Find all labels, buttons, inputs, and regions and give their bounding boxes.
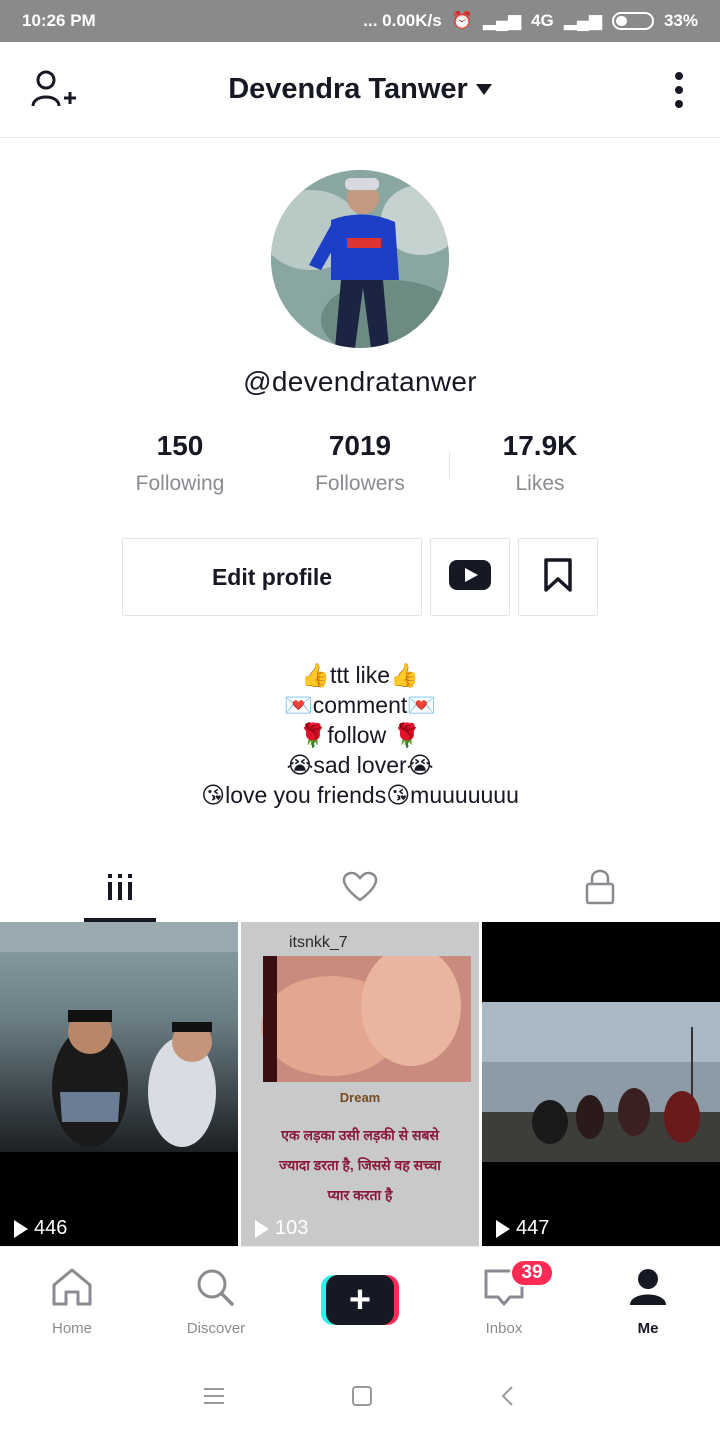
nav-inbox[interactable]: 39 Inbox (432, 1247, 576, 1356)
following-count: 150 (156, 430, 204, 461)
video-grid: 446 itsnkk_7 Dream एक लड़का उसी लड़की से… (0, 922, 720, 1252)
home-icon (50, 1267, 94, 1312)
tab-videos[interactable] (0, 856, 240, 922)
signal-icon: ▂▄▆ (563, 11, 602, 30)
bookmark-button[interactable] (518, 538, 598, 616)
bio-line: 💌comment💌 (284, 692, 436, 718)
profile-icon (626, 1267, 670, 1312)
network-type: 4G (531, 11, 554, 30)
profile-header: Devendra Tanwer (0, 42, 720, 138)
likes-count: 17.9K (502, 430, 578, 461)
battery-percent: 33% (663, 11, 698, 30)
edit-profile-button[interactable]: Edit profile (122, 538, 422, 616)
overlay-handle: itsnkk_7 (289, 934, 348, 951)
avatar[interactable] (271, 170, 449, 348)
nav-discover-label: Discover (186, 1320, 246, 1337)
following-stat[interactable]: 150 Following (90, 430, 270, 496)
followers-count: 7019 (328, 430, 392, 461)
bio-line: 👍ttt like👍 (301, 662, 419, 688)
bio-line: 😭sad lover😭 (286, 752, 434, 778)
inbox-badge: 39 (510, 1259, 554, 1287)
status-time: 10:26 PM (22, 11, 96, 30)
nav-me[interactable]: Me (576, 1247, 720, 1356)
nav-discover[interactable]: Discover (144, 1247, 288, 1356)
bio-line: 🌹follow 🌹 (298, 722, 422, 748)
add-user-icon[interactable] (30, 68, 78, 112)
play-icon (14, 1219, 28, 1238)
nav-home[interactable]: Home (0, 1247, 144, 1356)
status-bar: 10:26 PM ... 0.00K/s ⏰ ▂▄▆ 4G ▂▄▆ 33% (0, 0, 720, 42)
video-thumbnail[interactable]: 446 (0, 922, 238, 1252)
video-thumbnail[interactable]: 447 (482, 922, 720, 1252)
account-switcher[interactable]: Devendra Tanwer (228, 73, 492, 106)
caret-down-icon (475, 84, 492, 95)
play-icon (255, 1219, 269, 1238)
network-speed: ... 0.00K/s (363, 11, 442, 30)
profile-stats: 150 Following 7019 Followers 17.9K Likes (90, 430, 630, 496)
battery-icon (611, 12, 654, 30)
bookmark-icon (543, 557, 573, 598)
menu-icon[interactable] (202, 1386, 226, 1411)
signal-icon: ▂▄▆ (482, 11, 522, 30)
create-button[interactable]: + (321, 1275, 399, 1325)
followers-stat[interactable]: 7019 Followers (270, 430, 450, 496)
home-square-icon[interactable] (350, 1384, 374, 1413)
alarm-off-icon: ⏰ (451, 11, 473, 30)
plus-icon: + (326, 1275, 394, 1325)
play-icon (496, 1219, 510, 1238)
overlay-title: Dream (339, 1090, 381, 1105)
profile-bio: 👍ttt like👍 💌comment💌 🌹follow 🌹 😭sad love… (0, 660, 720, 810)
back-icon[interactable] (498, 1384, 518, 1413)
nav-inbox-label: Inbox (485, 1320, 523, 1337)
profile-username: @devendratanwer (243, 366, 477, 397)
bottom-nav: Home Discover + 39 Inbox Me (0, 1246, 720, 1356)
lock-icon (584, 869, 616, 910)
overlay-text: प्यार करता है (327, 1187, 393, 1203)
overlay-text: ज्यादा डरता है, जिससे वह सच्चा (279, 1157, 441, 1173)
system-nav-bar (0, 1356, 720, 1440)
more-vertical-icon[interactable] (674, 72, 684, 108)
likes-label: Likes (515, 472, 565, 495)
bio-line: 😘love you friends😘muuuuuuu (201, 782, 519, 808)
overlay-text: एक लड़का उसी लड़की से सबसे (281, 1127, 439, 1143)
nav-me-label: Me (637, 1320, 659, 1337)
stat-divider (449, 452, 450, 478)
following-label: Following (135, 472, 225, 495)
nav-home-label: Home (51, 1320, 92, 1337)
view-count: 103 (255, 1217, 308, 1240)
grid-icon (105, 872, 135, 907)
nav-create[interactable]: + (288, 1247, 432, 1356)
tab-private[interactable] (480, 856, 720, 922)
page-title: Devendra Tanwer (228, 73, 468, 105)
heart-icon (342, 871, 378, 908)
profile-tabs (0, 856, 720, 922)
view-count: 447 (496, 1217, 549, 1240)
view-count: 446 (14, 1217, 67, 1240)
followers-label: Followers (315, 472, 405, 495)
youtube-icon (449, 559, 491, 595)
youtube-button[interactable] (430, 538, 510, 616)
tab-liked[interactable] (240, 856, 480, 922)
likes-stat[interactable]: 17.9K Likes (450, 430, 630, 496)
video-thumbnail[interactable]: itsnkk_7 Dream एक लड़का उसी लड़की से सबस… (241, 922, 479, 1252)
search-icon (194, 1267, 238, 1312)
